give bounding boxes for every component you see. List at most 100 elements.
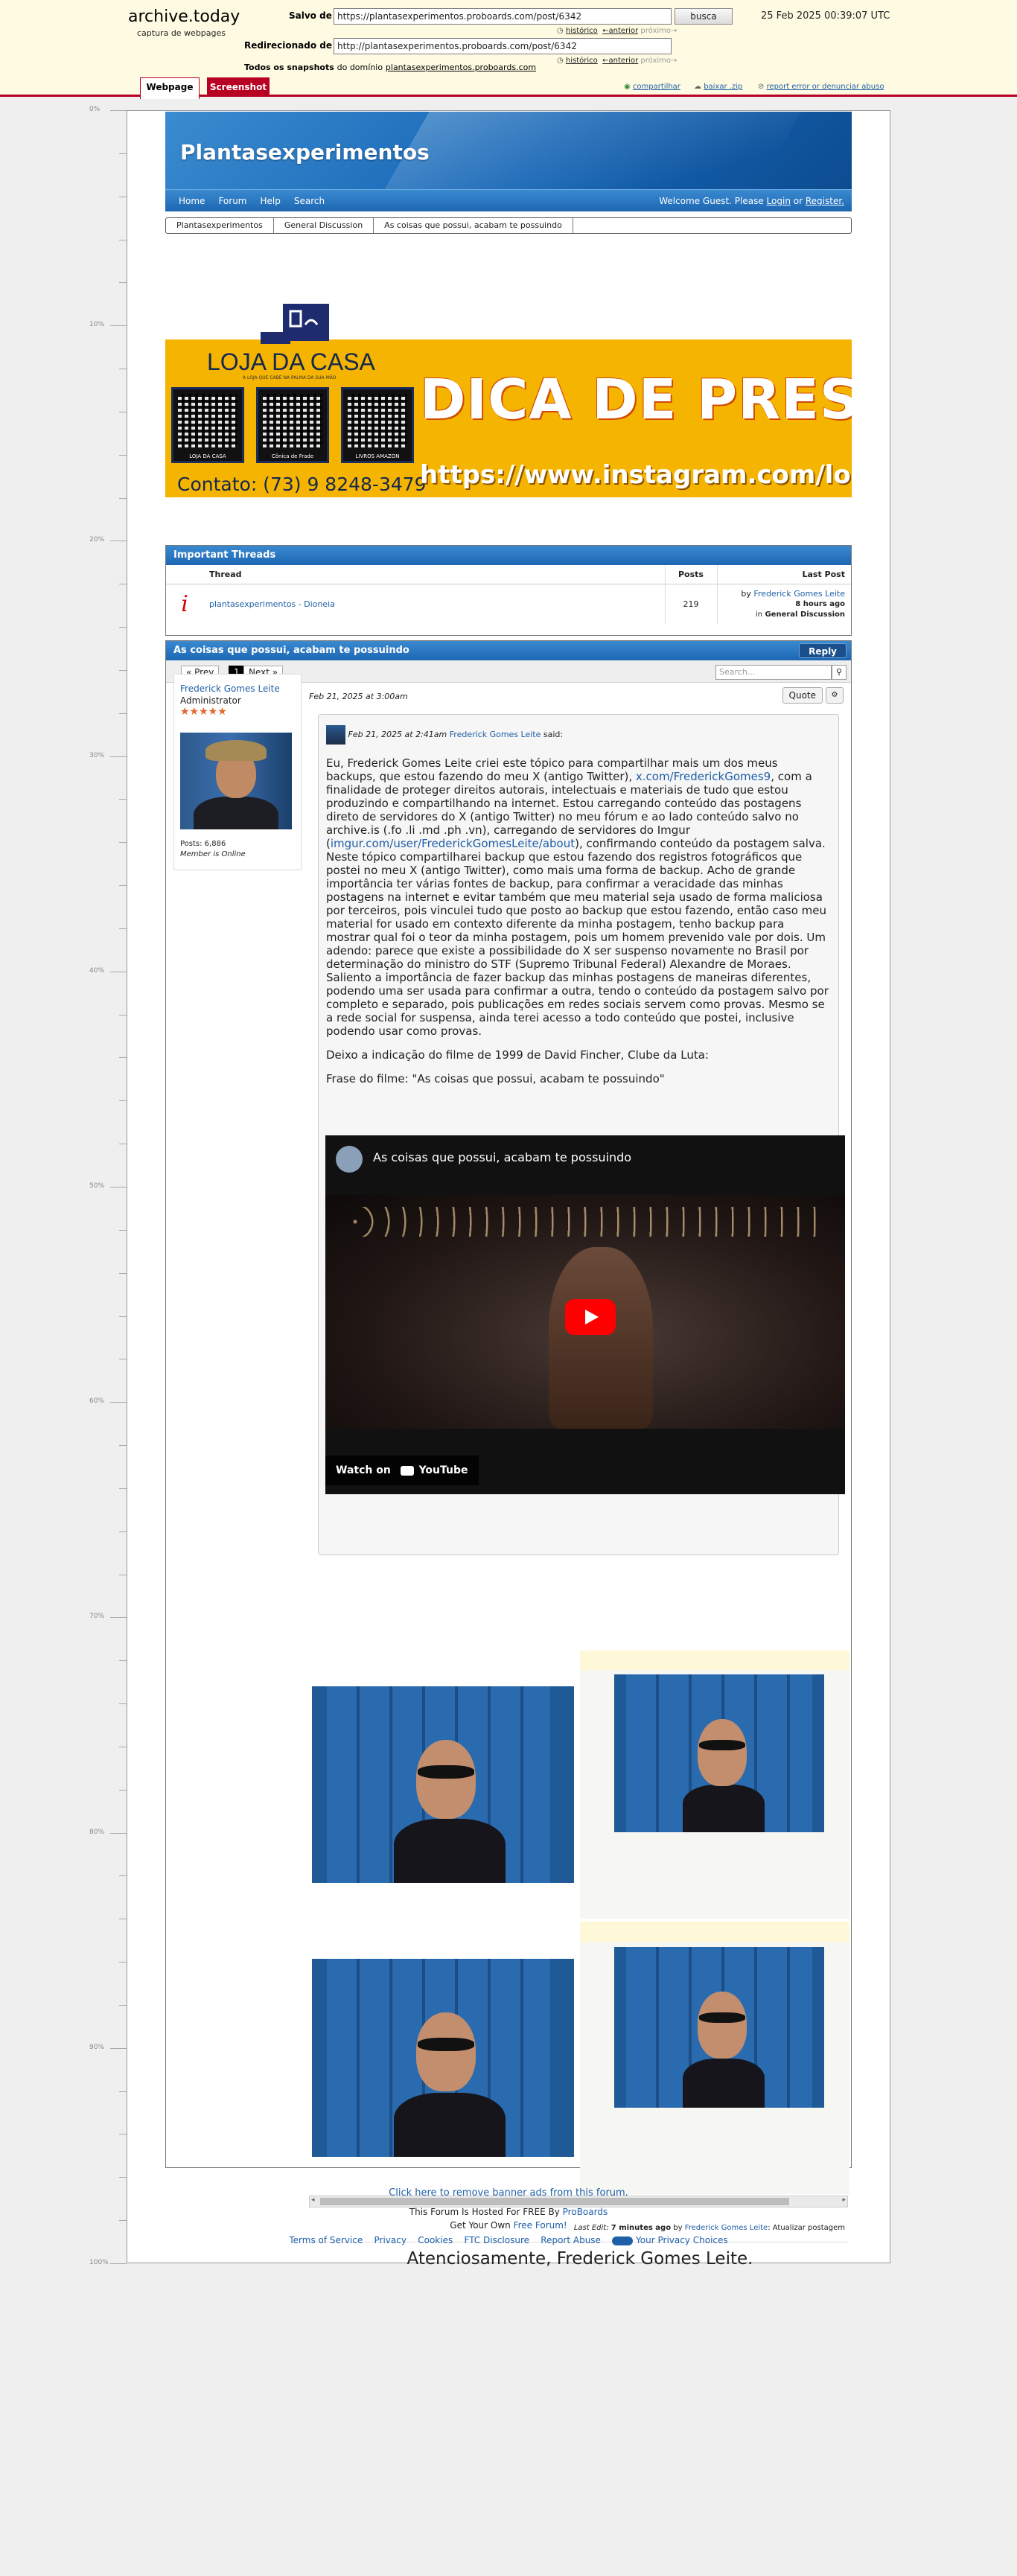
- video-title[interactable]: As coisas que possui, acabam te possuind…: [373, 1150, 631, 1164]
- promo-banner[interactable]: LOJA DA CASA A LOJA QUE CABE NA PALMA DA…: [165, 339, 852, 497]
- post-photo-2[interactable]: [312, 1959, 574, 2157]
- share-link[interactable]: ◉ compartilhar: [624, 83, 680, 91]
- breadcrumb-home[interactable]: Plantasexperimentos: [166, 218, 274, 233]
- ruler-tick: [119, 842, 127, 844]
- welcome-prefix: Welcome Guest. Please: [659, 196, 764, 206]
- share-label: compartilhar: [632, 83, 680, 91]
- cloud-icon: ☁: [694, 83, 701, 91]
- nav-help[interactable]: Help: [260, 190, 280, 212]
- register-link[interactable]: Register.: [806, 196, 844, 206]
- channel-avatar[interactable]: [336, 1146, 363, 1173]
- forum-title[interactable]: Plantasexperimentos: [180, 140, 430, 165]
- next-link-2[interactable]: próximo→: [640, 57, 677, 65]
- quote-date[interactable]: Feb 21, 2025 at 2:41am: [348, 730, 447, 739]
- ruler-tick: [110, 2263, 127, 2264]
- youtube-embed[interactable]: As coisas que possui, acabam te possuind…: [325, 1135, 845, 1494]
- thread-header: As coisas que possui, acabam te possuind…: [166, 641, 851, 660]
- ruler-tick: [119, 2134, 127, 2135]
- ruler-tick: [119, 454, 127, 456]
- nav-search[interactable]: Search: [294, 190, 325, 212]
- search-icon[interactable]: ⚲: [832, 665, 847, 680]
- qr-code-2: Cônica de Frade: [256, 387, 329, 463]
- scrollbar-thumb[interactable]: [320, 2198, 789, 2205]
- table-row[interactable]: i plantasexperimentos - Dioneia 219 by F…: [166, 584, 851, 625]
- quote-button[interactable]: Quote: [782, 687, 823, 704]
- signature: Atenciosamente, Frederick Gomes Leite.: [407, 2249, 753, 2269]
- report-link[interactable]: ⊘ report error or denunciar abuso: [758, 83, 884, 91]
- reply-button[interactable]: Reply: [799, 643, 847, 658]
- free-forum-link[interactable]: Free Forum!: [514, 2220, 567, 2231]
- all-snapshots-domain-link[interactable]: plantasexperimentos.proboards.com: [386, 63, 536, 72]
- ruler-tick: [119, 1789, 127, 1791]
- ruler-tick: [110, 325, 127, 327]
- footer-link-cookies[interactable]: Cookies: [418, 2235, 453, 2245]
- ruler-tick: [119, 1703, 127, 1705]
- ruler-tick: [119, 1229, 127, 1231]
- prev-link-1[interactable]: ←anterior: [602, 27, 638, 35]
- youtube-label: YouTube: [418, 1464, 468, 1476]
- proboards-link[interactable]: ProBoards: [563, 2207, 608, 2217]
- imgur-profile-link[interactable]: imgur.com/user/FrederickGomesLeite/about: [331, 837, 575, 850]
- page-ruler: 0% 10% 20% 30% 40% 50% 60% 70% 80% 90% 100%: [0, 106, 127, 2266]
- footer-link-ftc[interactable]: FTC Disclosure: [464, 2235, 529, 2245]
- last-post-info: by Frederick Gomes Leite 8 hours ago in …: [716, 584, 851, 625]
- ruler-label: 10%: [89, 321, 105, 329]
- thread-title: As coisas que possui, acabam te possuind…: [173, 645, 409, 656]
- login-link[interactable]: Login: [767, 196, 791, 206]
- nav-home[interactable]: Home: [179, 190, 205, 212]
- play-icon[interactable]: [565, 1299, 616, 1335]
- post-date[interactable]: Feb 21, 2025 at 3:00am: [309, 692, 408, 701]
- watch-on-youtube[interactable]: Watch on YouTube: [325, 1456, 479, 1485]
- x-profile-link[interactable]: x.com/FrederickGomes9: [636, 770, 771, 783]
- post-photo-1[interactable]: [312, 1686, 574, 1883]
- tab-screenshot[interactable]: Screenshot: [207, 77, 270, 97]
- redirected-url-input[interactable]: http://plantasexperimentos.proboards.com…: [334, 38, 672, 54]
- breadcrumb-thread[interactable]: As coisas que possui, acabam te possuind…: [374, 218, 573, 233]
- ruler-tick: [119, 1962, 127, 1963]
- post-paragraph-1: Eu, Frederick Gomes Leite criei este tóp…: [326, 756, 831, 1038]
- prev-link-2[interactable]: ←anterior: [602, 57, 638, 65]
- thread-link[interactable]: plantasexperimentos - Dioneia: [209, 599, 335, 609]
- footer-link-privacy-choices[interactable]: Your Privacy Choices: [636, 2235, 728, 2245]
- archive-screenshot-2[interactable]: [580, 1922, 849, 2194]
- options-gear-icon[interactable]: ⚙: [826, 687, 844, 704]
- ruler-tick: [110, 2047, 127, 2049]
- remove-ads-anchor[interactable]: Click here to remove banner ads from thi…: [389, 2187, 628, 2199]
- footer-link-report[interactable]: Report Abuse: [541, 2235, 601, 2245]
- ruler-tick: [119, 153, 127, 154]
- ruler-tick: [119, 1057, 127, 1059]
- ruler-tick: [119, 497, 127, 499]
- important-threads: Important Threads Thread Posts Last Post…: [165, 545, 852, 636]
- ruler-tick: [119, 2091, 127, 2092]
- get-own-forum: Get Your Own Free Forum!: [0, 2220, 1017, 2231]
- last-post-time[interactable]: 8 hours ago: [795, 600, 845, 608]
- last-post-author[interactable]: Frederick Gomes Leite: [753, 589, 845, 599]
- next-link-1[interactable]: próximo→: [640, 27, 677, 35]
- forum-header: Plantasexperimentos: [165, 112, 852, 189]
- archive-date: 25 Feb 2025 00:39:07 UTC: [761, 10, 890, 22]
- archive-logo[interactable]: archive.today: [128, 7, 240, 26]
- breadcrumb-board[interactable]: General Discussion: [274, 218, 374, 233]
- clock-icon: ◷: [557, 27, 564, 35]
- ruler-label: 50%: [89, 1182, 105, 1190]
- ruler-tick: [110, 1617, 127, 1619]
- thread-search-input[interactable]: Search...: [715, 665, 832, 680]
- watch-on-label: Watch on: [336, 1464, 391, 1476]
- archive-screenshot-1[interactable]: [580, 1651, 849, 1919]
- download-zip-link[interactable]: ☁ baixar .zip: [694, 83, 742, 91]
- col-last-post: Last Post: [716, 565, 851, 584]
- author-name[interactable]: Frederick Gomes Leite: [180, 683, 280, 694]
- quote-author[interactable]: Frederick Gomes Leite: [450, 730, 541, 739]
- history-link-2[interactable]: histórico: [566, 57, 598, 65]
- ruler-tick: [119, 885, 127, 887]
- history-link-1[interactable]: histórico: [566, 27, 598, 35]
- footer-link-privacy[interactable]: Privacy: [374, 2235, 407, 2245]
- nav-forum[interactable]: Forum: [218, 190, 246, 212]
- last-post-in: in: [755, 610, 762, 619]
- search-button[interactable]: busca: [675, 8, 733, 25]
- tab-webpage[interactable]: Webpage: [140, 77, 200, 99]
- footer-link-terms[interactable]: Terms of Service: [289, 2235, 363, 2245]
- last-post-board[interactable]: General Discussion: [765, 610, 845, 619]
- ruler-tick: [119, 1316, 127, 1317]
- saved-from-url-input[interactable]: https://plantasexperimentos.proboards.co…: [334, 8, 672, 25]
